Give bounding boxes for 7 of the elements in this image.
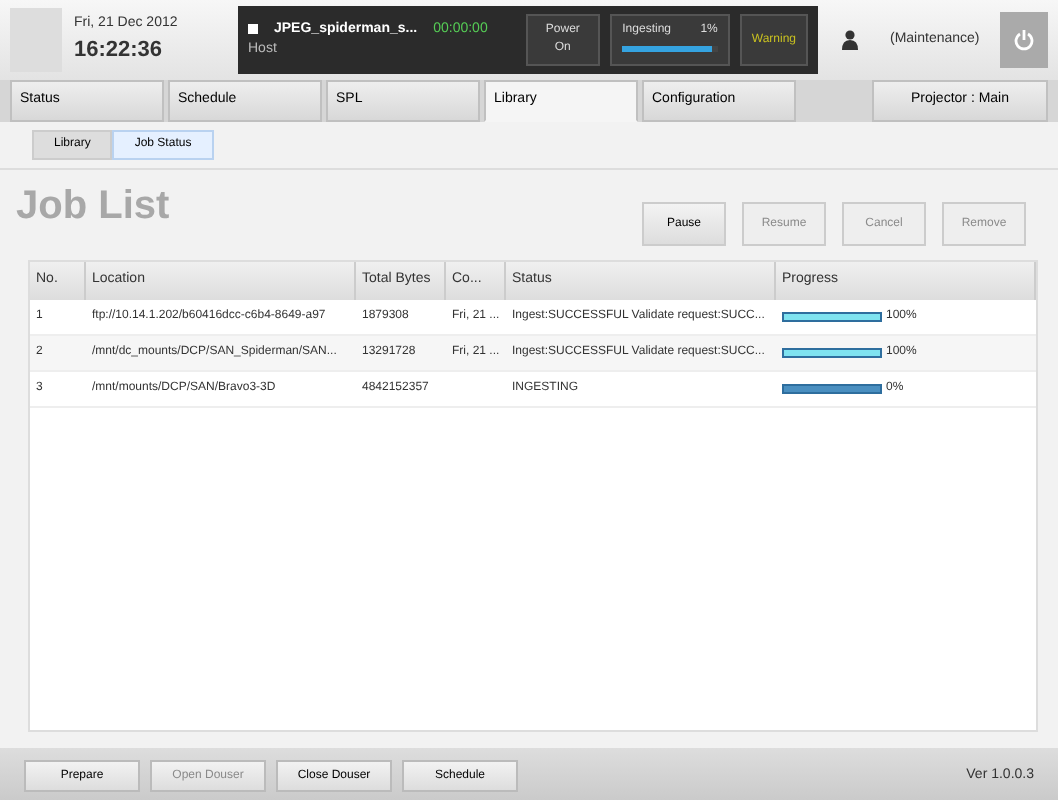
power-icon — [1012, 27, 1036, 52]
user-icon — [842, 30, 858, 50]
clock-panel — [10, 8, 62, 72]
time-text: 16:22:36 — [74, 36, 165, 66]
page-title: Job List — [16, 186, 170, 226]
power-button[interactable] — [1000, 12, 1048, 68]
stop-icon — [248, 24, 258, 35]
